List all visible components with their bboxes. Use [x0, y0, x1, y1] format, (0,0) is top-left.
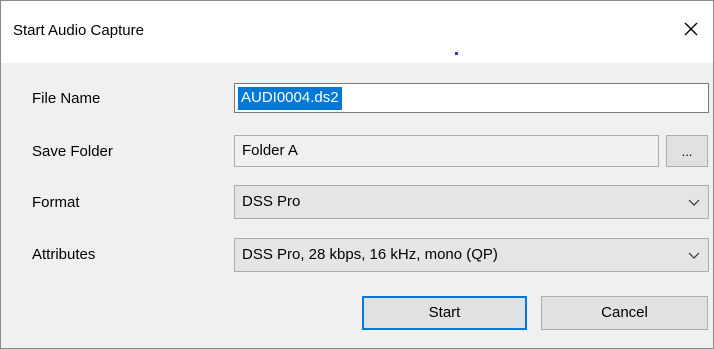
start-audio-capture-dialog: Start Audio Capture File Name AUDI0004.d… [0, 0, 714, 349]
chevron-down-icon [688, 250, 700, 260]
close-button[interactable] [677, 15, 705, 43]
close-icon [684, 22, 698, 36]
format-value: DSS Pro [242, 193, 301, 210]
format-select[interactable]: DSS Pro [234, 185, 709, 219]
save-folder-value: Folder A [242, 142, 298, 159]
attributes-label: Attributes [32, 246, 96, 263]
dialog-title: Start Audio Capture [13, 22, 144, 39]
save-folder-field: Folder A [234, 135, 659, 167]
attributes-select[interactable]: DSS Pro, 28 kbps, 16 kHz, mono (QP) [234, 238, 709, 272]
browse-folder-button[interactable]: ... [666, 135, 708, 167]
file-name-label: File Name [32, 90, 101, 107]
file-name-input[interactable]: AUDI0004.ds2 [234, 83, 709, 113]
format-label: Format [32, 194, 80, 211]
save-folder-label: Save Folder [32, 143, 113, 160]
start-button[interactable]: Start [362, 296, 527, 330]
chevron-down-icon [688, 197, 700, 207]
decorative-dot [455, 52, 458, 55]
cancel-button[interactable]: Cancel [541, 296, 708, 330]
title-bar: Start Audio Capture [1, 1, 713, 63]
file-name-value: AUDI0004.ds2 [238, 87, 342, 110]
attributes-value: DSS Pro, 28 kbps, 16 kHz, mono (QP) [242, 246, 498, 263]
